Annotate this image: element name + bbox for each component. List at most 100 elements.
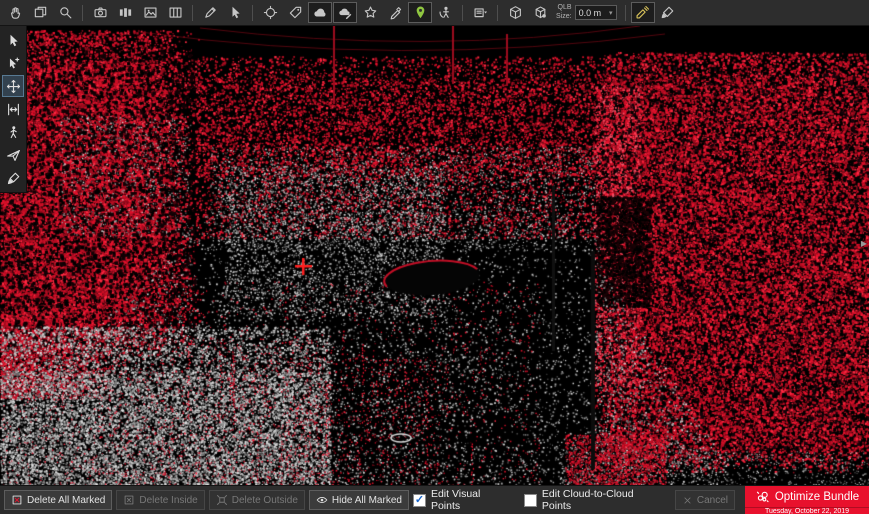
cloud-edit-icon [338, 5, 353, 20]
mark-brush-button[interactable] [2, 167, 24, 189]
select-sparkle-button[interactable] [2, 52, 24, 74]
limit-box-icon [263, 5, 278, 20]
bundle-icon [755, 489, 770, 504]
toolbar-separator [462, 5, 463, 21]
checkbox-label: Edit Visual Points [431, 488, 512, 512]
chevron-right-icon: ▶ [861, 239, 867, 248]
right-panel-toggle[interactable]: ▶ [859, 232, 869, 254]
image-icon [143, 5, 158, 20]
measure-button[interactable] [2, 98, 24, 120]
draw-pen-icon [388, 5, 403, 20]
button-label: Hide All Marked [332, 495, 402, 506]
delete-outside-button[interactable]: Delete Outside [209, 490, 305, 510]
panorama-icon [118, 5, 133, 20]
layers-dropdown-icon [473, 5, 488, 20]
location-pin-icon [413, 5, 428, 20]
view-window-button[interactable] [28, 2, 52, 23]
image-button[interactable] [138, 2, 162, 23]
walk-person-button[interactable] [2, 121, 24, 143]
bottom-bar: Delete All Marked Delete Inside Delete Out… [0, 485, 869, 514]
left-toolbar [0, 26, 27, 193]
viewport-canvas[interactable] [0, 26, 869, 485]
checkbox-group: Edit Visual Points Edit Cloud-to-Cloud Po… [413, 488, 665, 512]
status-date: Tuesday, October 22, 2019 [745, 507, 869, 514]
move-tool-icon [6, 79, 21, 94]
checkbox-label: Edit Cloud-to-Cloud Points [542, 488, 665, 512]
fly-plane-icon [6, 148, 21, 163]
star-button[interactable] [358, 2, 382, 23]
button-label: Delete Inside [139, 495, 197, 506]
cancel-button[interactable]: Cancel [675, 490, 735, 510]
ql-size-label: QLBSize: [556, 4, 572, 20]
paint-brush-icon [660, 5, 675, 20]
flashlight-button[interactable] [631, 2, 655, 23]
checkbox-box [524, 494, 537, 507]
optimize-bundle-label: Optimize Bundle [775, 491, 859, 503]
location-pin-button[interactable] [408, 2, 432, 23]
cube-camera-icon [533, 5, 548, 20]
delete-marked-icon [11, 494, 23, 506]
tag-icon [288, 5, 303, 20]
delete-all-marked-button[interactable]: Delete All Marked [4, 490, 112, 510]
walk-person-icon [6, 125, 21, 140]
hide-marked-icon [316, 494, 328, 506]
measure-icon [6, 102, 21, 117]
tag-button[interactable] [283, 2, 307, 23]
ql-size-value[interactable]: 0.0 m▾ [575, 5, 617, 20]
delete-inside-icon [123, 494, 135, 506]
optimize-bundle-button[interactable]: Optimize Bundle [745, 486, 869, 507]
pan-hand-icon [8, 5, 23, 20]
zoom-window-button[interactable] [53, 2, 77, 23]
person-orbit-icon [438, 5, 453, 20]
pan-hand-button[interactable] [3, 2, 27, 23]
limit-box-button[interactable] [258, 2, 282, 23]
edit-cloud-to-cloud-points-checkbox[interactable]: Edit Cloud-to-Cloud Points [524, 488, 665, 512]
edit-visual-points-checkbox[interactable]: Edit Visual Points [413, 488, 512, 512]
select-cursor-button[interactable] [223, 2, 247, 23]
select-cursor-icon [228, 5, 243, 20]
select-arrow-button[interactable] [2, 29, 24, 51]
delete-outside-icon [216, 494, 228, 506]
select-sparkle-icon [6, 56, 21, 71]
film-strip-icon [168, 5, 183, 20]
caret-down-icon: ▾ [609, 9, 613, 17]
paint-brush-button[interactable] [656, 2, 680, 23]
cube-3d-icon [508, 5, 523, 20]
bottom-buttons: Delete All Marked Delete Inside Delete Out… [4, 490, 409, 510]
cube-3d-button[interactable] [503, 2, 527, 23]
toolbar-separator [82, 5, 83, 21]
point-cloud-button[interactable] [308, 2, 332, 23]
layers-dropdown-button[interactable] [468, 2, 492, 23]
camera-icon [93, 5, 108, 20]
select-arrow-icon [6, 33, 21, 48]
camera-button[interactable] [88, 2, 112, 23]
ql-size-control: QLBSize:0.0 m▾ [556, 4, 617, 20]
move-tool-button[interactable] [2, 75, 24, 97]
person-orbit-button[interactable] [433, 2, 457, 23]
panorama-button[interactable] [113, 2, 137, 23]
hide-all-marked-button[interactable]: Hide All Marked [309, 490, 409, 510]
top-toolbar: QLBSize:0.0 m▾ [0, 0, 869, 26]
mark-brush-icon [6, 171, 21, 186]
point-cloud-icon [313, 5, 328, 20]
button-label: Delete Outside [232, 495, 298, 506]
cube-camera-button[interactable] [528, 2, 552, 23]
fly-plane-button[interactable] [2, 144, 24, 166]
cloud-edit-button[interactable] [333, 2, 357, 23]
marker-pen-icon [203, 5, 218, 20]
view-window-icon [33, 5, 48, 20]
draw-pen-button[interactable] [383, 2, 407, 23]
marker-pen-button[interactable] [198, 2, 222, 23]
close-icon [682, 495, 693, 506]
toolbar-separator [252, 5, 253, 21]
toolbar-separator [192, 5, 193, 21]
toolbar-separator [625, 5, 626, 21]
optimize-bundle-area: Optimize Bundle Tuesday, October 22, 201… [745, 486, 869, 514]
checkbox-box [413, 494, 426, 507]
button-label: Delete All Marked [27, 495, 105, 506]
film-strip-button[interactable] [163, 2, 187, 23]
star-icon [363, 5, 378, 20]
flashlight-icon [635, 5, 650, 20]
delete-inside-button[interactable]: Delete Inside [116, 490, 204, 510]
zoom-window-icon [58, 5, 73, 20]
